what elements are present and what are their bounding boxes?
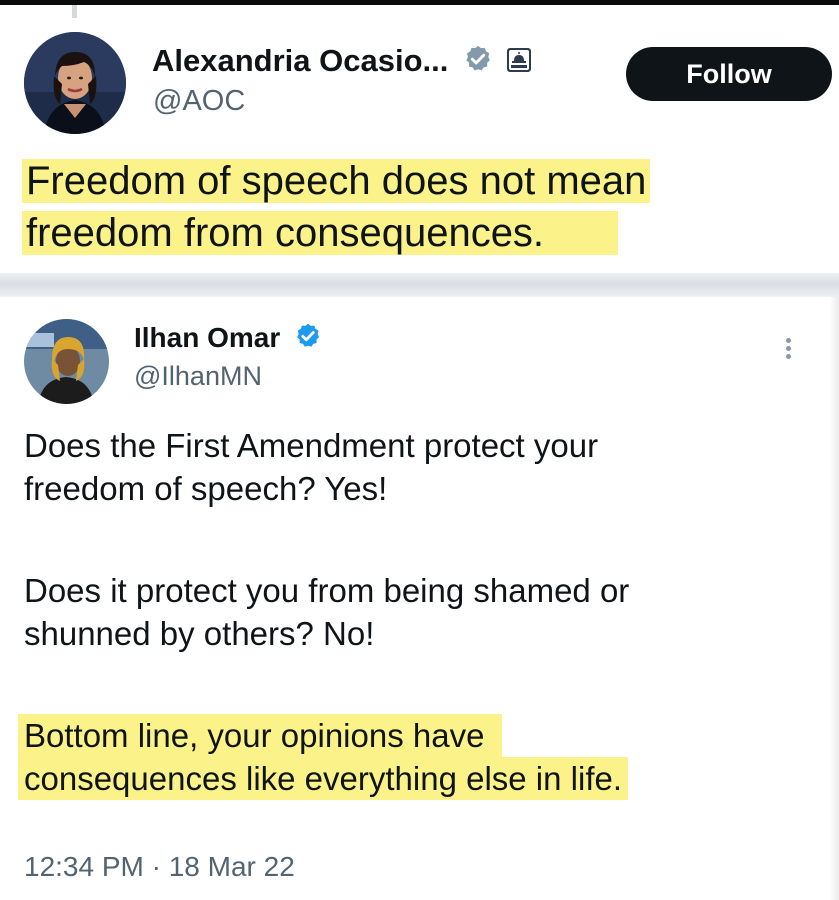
author-name[interactable]: Alexandria Ocasio... xyxy=(152,43,448,78)
tweet-text-line: Freedom of speech does not mean xyxy=(22,155,651,207)
profile-photo-icon xyxy=(24,32,126,134)
edge-shadow xyxy=(829,297,839,900)
avatar[interactable] xyxy=(24,319,109,404)
author-name-row[interactable]: Alexandria Ocasio... xyxy=(152,43,532,82)
tweet-text: Does the First Amendment protect your fr… xyxy=(18,424,814,800)
highlighted-text: freedom from consequences. xyxy=(22,211,619,255)
author-handle[interactable]: @IlhanMN xyxy=(134,361,262,392)
tweet-text-line-wrap: consequences like everything else in lif… xyxy=(18,757,814,800)
tweet-paragraph: Does it protect you from being shamed or… xyxy=(24,569,814,655)
tweet-text-line: freedom from consequences. xyxy=(22,207,650,259)
avatar[interactable] xyxy=(24,32,126,134)
tweet-text-line: Does it protect you from being shamed or xyxy=(24,572,630,609)
tweet-text-line-wrap: Bottom line, your opinions have xyxy=(18,714,814,757)
tweet-timestamp[interactable]: 12:34 PM · 18 Mar 22 xyxy=(24,851,295,883)
tweet-text-line: freedom of speech? Yes! xyxy=(24,470,388,507)
author-handle[interactable]: @AOC xyxy=(153,85,245,118)
verified-badge-icon xyxy=(463,44,493,82)
tweet-card-aoc: Alexandria Ocasio... @AOC Follow Freedom… xyxy=(0,5,839,273)
verified-badge-icon xyxy=(294,322,322,357)
highlighted-text: Freedom of speech does not mean xyxy=(22,159,651,203)
tweet-paragraph: Does the First Amendment protect your fr… xyxy=(24,424,814,510)
thread-connector xyxy=(72,5,77,18)
tweet-text-line: Does the First Amendment protect your xyxy=(24,427,599,464)
follow-button[interactable]: Follow xyxy=(626,47,832,101)
highlighted-text: consequences like everything else in lif… xyxy=(18,757,629,800)
author-name-row[interactable]: Ilhan Omar xyxy=(134,322,322,357)
tweet-paragraph-highlighted: Bottom line, your opinions have conseque… xyxy=(18,714,814,800)
tweet-text: Freedom of speech does not mean freedom … xyxy=(22,155,651,259)
profile-photo-icon xyxy=(24,319,109,404)
author-name[interactable]: Ilhan Omar xyxy=(134,322,280,353)
more-options-icon[interactable] xyxy=(780,335,796,371)
screenshot-page: Alexandria Ocasio... @AOC Follow Freedom… xyxy=(0,0,839,900)
card-divider xyxy=(0,273,839,297)
tweet-text-line: shunned by others? No! xyxy=(24,615,375,652)
tweet-card-omar: Ilhan Omar @IlhanMN Does the First Amend… xyxy=(0,297,839,900)
highlighted-text: Bottom line, your opinions have xyxy=(18,714,503,757)
capitol-dome-icon xyxy=(506,45,532,81)
